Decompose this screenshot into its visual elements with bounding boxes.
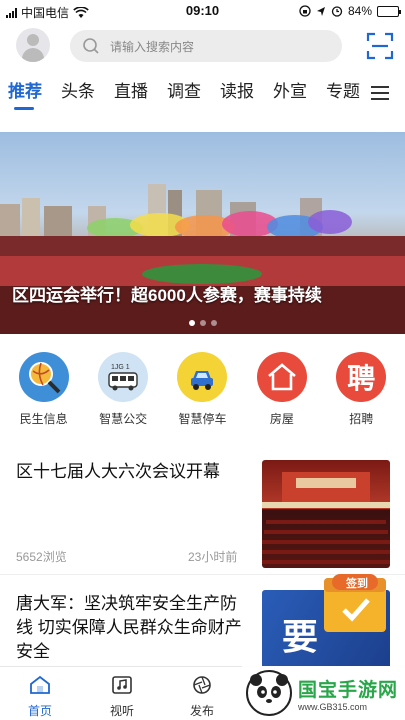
quick-link-label: 房屋 (269, 412, 294, 426)
news-item[interactable]: 区十七届人大六次会议开幕 5652浏览 23小时前 (0, 450, 405, 575)
news-title: 区十七届人大六次会议开幕 (16, 462, 220, 481)
car-icon (177, 352, 228, 402)
search-input[interactable]: 请输入搜索内容 (70, 30, 342, 62)
banner-caption: 区四运会举行！超6000人参赛，赛事持续 (12, 286, 322, 305)
tab-live[interactable]: 直播 (114, 76, 167, 112)
quick-link-hiring[interactable]: 聘 招聘 (326, 352, 396, 432)
alarm-icon (331, 6, 343, 17)
thumbnail-text: 要 (282, 616, 319, 658)
watermark-title: 国宝手游网 (298, 679, 399, 701)
tab-recommend[interactable]: 推荐 (8, 76, 61, 112)
tab-publicity[interactable]: 外宣 (273, 76, 326, 112)
hire-icon: 聘 (336, 352, 387, 402)
signin-float-button[interactable]: 签到 (318, 566, 396, 638)
banner-carousel[interactable]: 区四运会举行！超6000人参赛，赛事持续 (0, 132, 405, 334)
quick-link-housing[interactable]: 房屋 (247, 352, 317, 432)
quick-link-label: 民生信息 (19, 412, 68, 426)
scan-icon[interactable] (366, 32, 394, 60)
aperture-icon (193, 676, 211, 694)
battery-icon (377, 5, 401, 17)
home-icon (30, 675, 50, 694)
hire-glyph: 聘 (347, 362, 376, 395)
quick-links: 民生信息 1JG 1 智慧公交 智慧停车 房屋 聘 招聘 (0, 352, 405, 432)
news-views: 5652浏览 (16, 550, 67, 564)
carousel-dot[interactable] (210, 320, 217, 326)
house-icon (256, 352, 307, 402)
quick-link-label: 招聘 (349, 412, 374, 426)
tab-special[interactable]: 专题 (326, 76, 360, 112)
quick-link-label: 智慧停车 (178, 412, 227, 426)
avatar-body (22, 48, 44, 62)
nav-publish[interactable]: 发布 (172, 675, 232, 719)
rotation-lock-icon (299, 5, 311, 17)
location-icon (316, 6, 325, 16)
magnifier-volleyball-icon (18, 352, 69, 402)
avatar-head (27, 34, 39, 46)
nav-label: 首页 (27, 704, 52, 718)
battery-percent: 84% (347, 4, 372, 18)
nav-home[interactable]: 首页 (10, 675, 70, 719)
menu-icon[interactable] (371, 86, 389, 100)
status-right: 84% (299, 4, 401, 18)
signin-label: 签到 (346, 578, 368, 590)
avatar[interactable] (16, 28, 50, 62)
search-placeholder: 请输入搜索内容 (110, 39, 195, 54)
carousel-dots (0, 320, 405, 326)
top-header: 请输入搜索内容 (0, 26, 405, 66)
tab-survey[interactable]: 调查 (167, 76, 220, 112)
carousel-dot[interactable] (199, 320, 206, 326)
news-thumbnail (262, 460, 390, 568)
channel-tabs: 推荐 头条 直播 调查 读报 外宣 专题 (0, 76, 405, 116)
watermark-url: www.GB315.com (298, 701, 368, 712)
bus-badge: 1JG 1 (111, 364, 130, 371)
carousel-dot[interactable] (188, 320, 195, 326)
quick-link-livelihood[interactable]: 民生信息 (9, 352, 79, 432)
news-title: 唐大军：坚决筑牢安全生产防线 切实保障人民群众生命财产安全 (16, 594, 242, 661)
quick-link-bus[interactable]: 1JG 1 智慧公交 (88, 352, 158, 432)
watermark-text: 国宝手游网 www.GB315.com (298, 675, 398, 712)
quick-link-label: 智慧公交 (99, 412, 148, 426)
tab-read-paper[interactable]: 读报 (220, 76, 273, 112)
nav-label: 视听 (109, 704, 134, 718)
panda-logo-icon (246, 670, 292, 716)
search-icon (83, 38, 99, 54)
music-note-icon (112, 676, 132, 694)
quick-link-parking[interactable]: 智慧停车 (167, 352, 237, 432)
tab-headline[interactable]: 头条 (61, 76, 114, 112)
news-time: 23小时前 (188, 550, 238, 564)
bus-icon: 1JG 1 (98, 352, 149, 402)
status-bar: 中国电信 09:10 84% (0, 0, 405, 22)
site-watermark: 国宝手游网 www.GB315.com (242, 666, 405, 720)
nav-label: 发布 (189, 704, 214, 718)
nav-media[interactable]: 视听 (92, 675, 152, 719)
